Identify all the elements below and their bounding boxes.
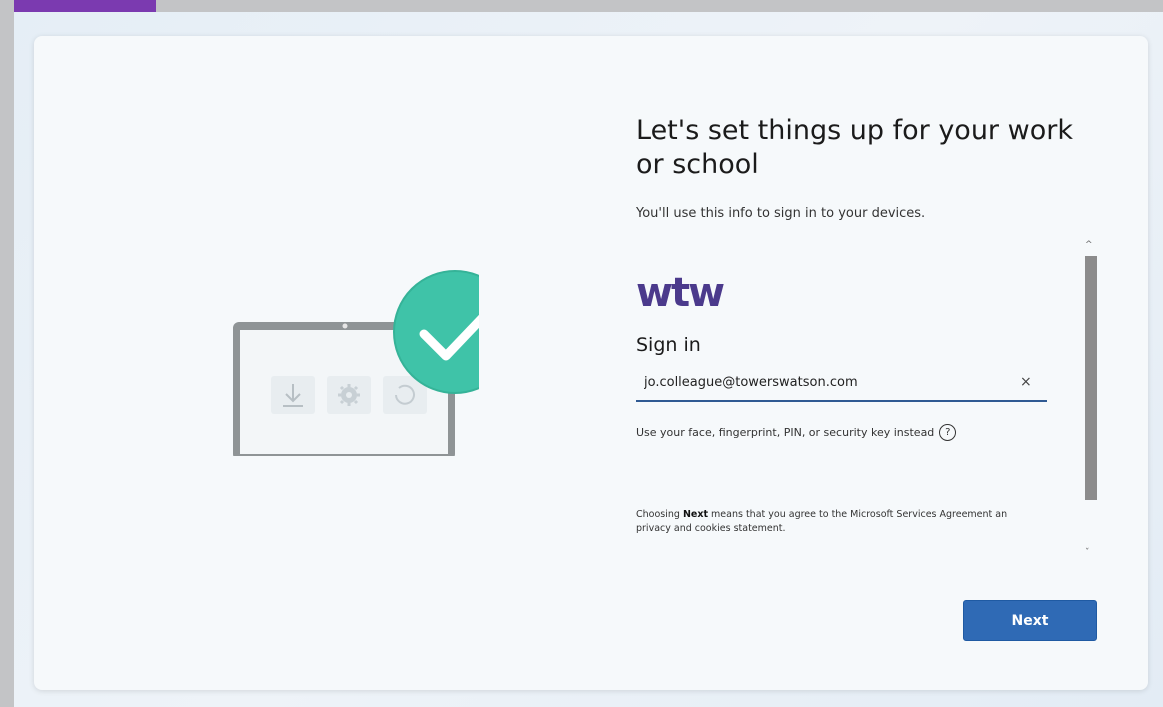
signin-scroll-area[interactable]: wtw Sign in × Use your face, fingerprint… — [636, 240, 1098, 565]
next-button[interactable]: Next — [963, 600, 1097, 641]
setup-panel: Let's set things up for your work or sch… — [636, 36, 1106, 690]
email-field-wrapper: × — [636, 366, 1047, 402]
agreement-rest[interactable]: means that you agree to the Microsoft Se… — [708, 509, 1007, 520]
scrollbar-thumb[interactable] — [1085, 256, 1097, 500]
laptop-illustration — [179, 236, 517, 470]
gear-icon — [327, 376, 371, 414]
wtw-logo: wtw — [636, 270, 756, 316]
setup-card: Let's set things up for your work or sch… — [34, 36, 1148, 690]
wtw-logo-graphic: wtw — [636, 270, 726, 316]
agreement-prefix: Choosing — [636, 509, 683, 520]
agreement-text: Choosing Next means that you agree to th… — [636, 508, 1066, 536]
email-field[interactable] — [636, 366, 1022, 399]
alt-signin-link[interactable]: Use your face, fingerprint, PIN, or secu… — [636, 424, 957, 441]
vertical-scrollbar[interactable]: ^ ˇ — [1082, 240, 1098, 565]
laptop-graphic — [215, 270, 517, 470]
laptop-camera — [342, 323, 348, 329]
scroll-up-arrow-icon[interactable]: ^ — [1085, 240, 1093, 250]
download-icon — [271, 376, 315, 414]
logo-text: wtw — [636, 272, 724, 312]
alt-signin-label[interactable]: Use your face, fingerprint, PIN, or secu… — [636, 426, 934, 439]
agreement-bold: Next — [682, 509, 709, 520]
page-title: Let's set things up for your work or sch… — [636, 115, 1073, 180]
window-tab — [14, 0, 156, 12]
clear-input-button[interactable]: × — [1020, 374, 1032, 390]
help-icon[interactable]: ? — [939, 424, 957, 441]
signin-heading: Sign in — [636, 334, 701, 356]
scroll-down-arrow-icon[interactable]: ˇ — [1085, 548, 1090, 558]
privacy-link[interactable]: privacy and cookies statement. — [636, 523, 786, 534]
page-subtitle: You'll use this info to sign in to your … — [636, 206, 926, 221]
